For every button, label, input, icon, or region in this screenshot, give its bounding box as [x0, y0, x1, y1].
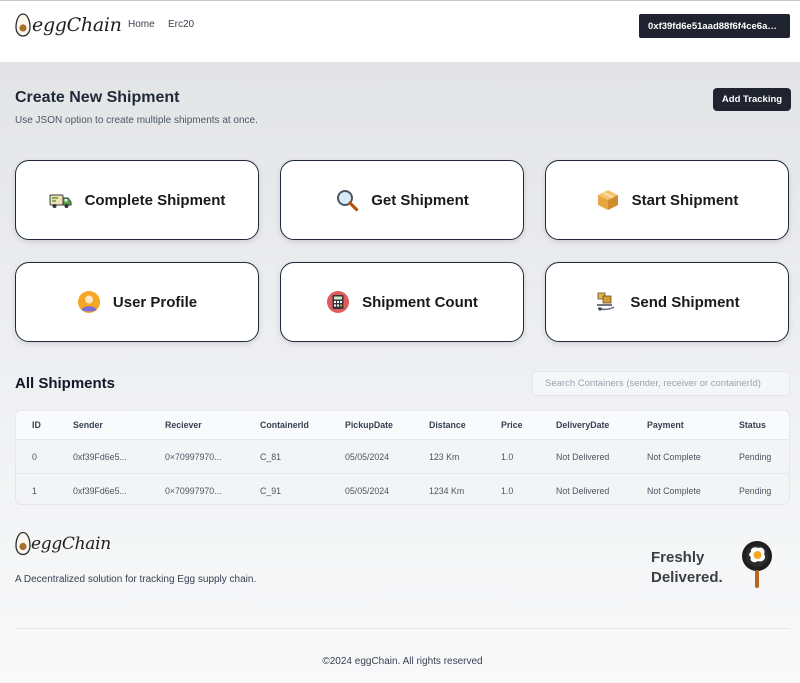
cell-container-id: C_81 [260, 439, 345, 474]
cell-status: Pending [739, 439, 789, 474]
cell-receiver: 0×70997970... [165, 473, 260, 504]
search-containers-input[interactable] [532, 371, 790, 396]
user-profile-card[interactable]: User Profile [15, 262, 259, 342]
nav-link-erc20[interactable]: Erc20 [168, 19, 194, 30]
calculator-icon [327, 291, 350, 313]
egg-logo-icon [15, 531, 31, 556]
card-label: Start Shipment [631, 191, 739, 209]
footer-logo: eggChain [15, 531, 111, 556]
cell-delivery-date: Not Delivered [556, 439, 647, 474]
tagline-line-1: Freshly [651, 549, 705, 566]
card-label: Complete Shipment [84, 191, 226, 209]
user-avatar-icon [77, 291, 100, 313]
page-title: Create New Shipment [15, 89, 180, 106]
navbar: eggChain Home Erc20 0xf39fd6e51aad88f6f4… [0, 1, 800, 62]
shipment-count-card[interactable]: Shipment Count [280, 262, 524, 342]
column-header-receiver: Reciever [165, 411, 260, 440]
column-header-payment: Payment [647, 411, 739, 440]
copyright-text: ©2024 eggChain. All rights reserved [322, 656, 483, 667]
table-row[interactable]: 1 0xf39Fd6e5... 0×70997970... C_91 05/05… [16, 473, 789, 504]
cell-receiver: 0×70997970... [165, 439, 260, 474]
tagline: Freshly Delivered. [651, 548, 723, 588]
hand-truck-icon [597, 292, 615, 311]
cell-container-id: C_91 [260, 473, 345, 504]
cell-distance: 123 Km [429, 439, 501, 474]
shipments-section-title: All Shipments [15, 375, 116, 392]
footer-brand-name: eggChain [31, 533, 111, 554]
footer-description: A Decentralized solution for tracking Eg… [15, 574, 257, 585]
card-label: User Profile [112, 293, 198, 311]
cell-id: 0 [16, 439, 73, 474]
egg-logo-icon [15, 13, 31, 37]
cell-delivery-date: Not Delivered [556, 473, 647, 504]
shipments-table: ID Sender Reciever ContainerId PickupDat… [15, 410, 790, 505]
brand-logo[interactable]: eggChain [15, 13, 122, 37]
column-header-status: Status [739, 411, 789, 440]
magnifier-icon [337, 190, 359, 212]
cell-sender: 0xf39Fd6e5... [73, 473, 165, 504]
package-box-icon [597, 190, 618, 210]
card-label: Send Shipment [630, 293, 740, 311]
start-shipment-card[interactable]: Start Shipment [545, 160, 789, 240]
column-header-pickup-date: PickupDate [345, 411, 429, 440]
send-shipment-card[interactable]: Send Shipment [545, 262, 789, 342]
cell-sender: 0xf39Fd6e5... [73, 439, 165, 474]
table-row[interactable]: 0 0xf39Fd6e5... 0×70997970... C_81 05/05… [16, 439, 789, 474]
cell-distance: 1234 Km [429, 473, 501, 504]
cell-payment: Not Complete [647, 439, 739, 474]
get-shipment-card[interactable]: Get Shipment [280, 160, 524, 240]
cell-pickup-date: 05/05/2024 [345, 439, 429, 474]
column-header-distance: Distance [429, 411, 501, 440]
frying-pan-icon [742, 541, 772, 588]
card-label: Get Shipment [371, 191, 469, 209]
tagline-line-2: Delivered. [651, 569, 723, 586]
cell-payment: Not Complete [647, 473, 739, 504]
add-tracking-button[interactable]: Add Tracking [713, 88, 791, 111]
brand-name: eggChain [32, 14, 122, 36]
table-header-row: ID Sender Reciever ContainerId PickupDat… [16, 411, 789, 440]
card-label: Shipment Count [362, 293, 478, 311]
cell-price: 1.0 [501, 473, 556, 504]
delivery-truck-icon [49, 194, 72, 208]
footer-divider [15, 628, 790, 629]
nav-link-home[interactable]: Home [128, 19, 155, 30]
page-subtitle: Use JSON option to create multiple shipm… [15, 115, 258, 126]
wallet-address-button[interactable]: 0xf39fd6e51aad88f6f4ce6ab8827279cfffb922… [639, 14, 790, 38]
cell-status: Pending [739, 473, 789, 504]
complete-shipment-card[interactable]: Complete Shipment [15, 160, 259, 240]
cell-price: 1.0 [501, 439, 556, 474]
cell-pickup-date: 05/05/2024 [345, 473, 429, 504]
column-header-container-id: ContainerId [260, 411, 345, 440]
column-header-sender: Sender [73, 411, 165, 440]
column-header-id: ID [16, 411, 73, 440]
cell-id: 1 [16, 473, 73, 504]
column-header-delivery-date: DeliveryDate [556, 411, 647, 440]
column-header-price: Price [501, 411, 556, 440]
